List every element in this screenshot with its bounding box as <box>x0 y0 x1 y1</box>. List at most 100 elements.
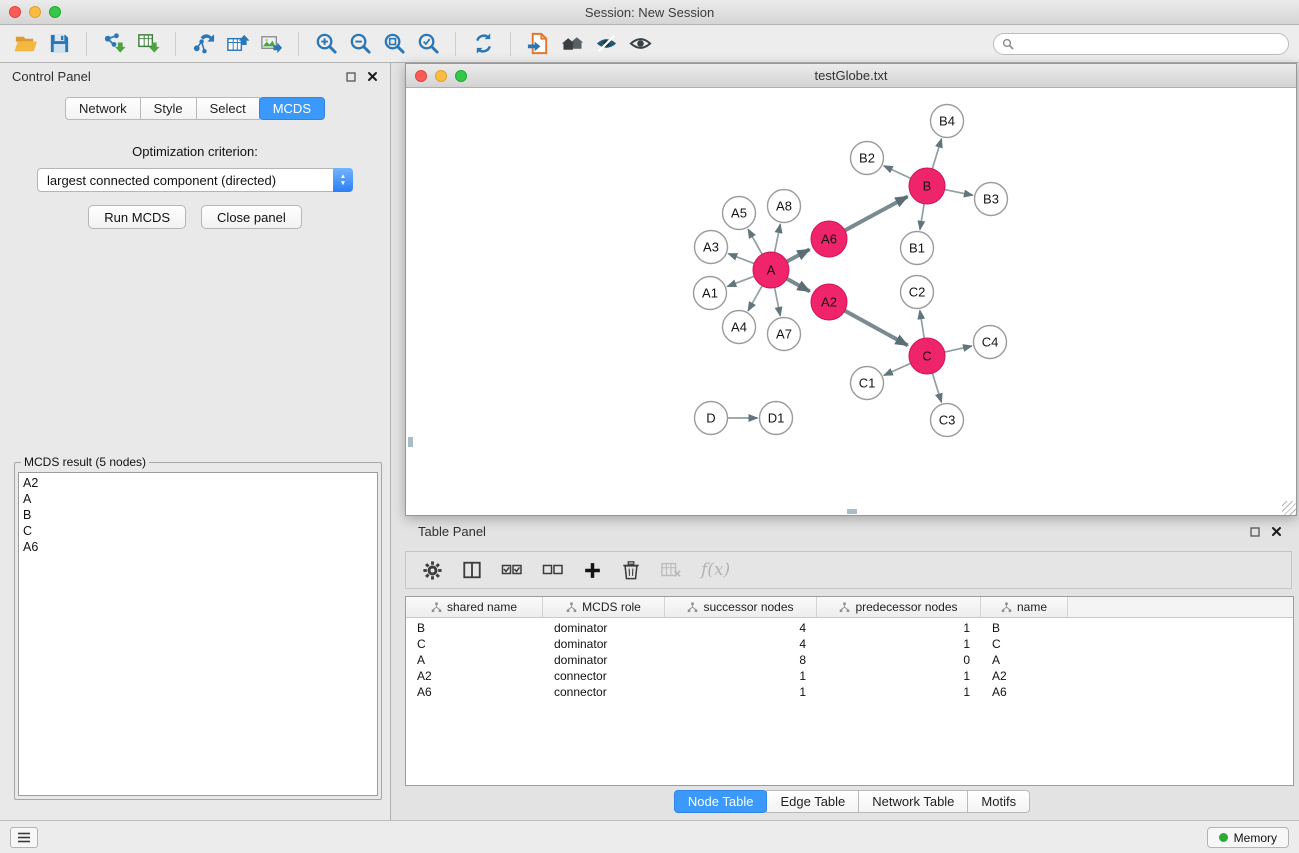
zoom-window-button[interactable] <box>49 6 61 18</box>
optimization-criterion-dropdown[interactable]: largest connected component (directed) ▲… <box>37 168 353 192</box>
mcds-result-item[interactable]: C <box>23 523 373 539</box>
table-settings-button[interactable] <box>422 556 443 584</box>
edge-C-C3[interactable] <box>932 373 941 402</box>
node-D1[interactable]: D1 <box>760 402 793 435</box>
float-panel-icon[interactable] <box>346 72 356 82</box>
edge-B-B1[interactable] <box>920 204 924 230</box>
node-A2[interactable]: A2 <box>811 284 847 320</box>
cell-shared-name[interactable]: B <box>406 621 543 635</box>
edge-A-A1[interactable] <box>727 276 754 286</box>
close-window-button[interactable] <box>415 70 427 82</box>
table-row[interactable]: Adominator80A <box>406 652 1293 668</box>
cell-successor-nodes[interactable]: 1 <box>665 685 817 699</box>
node-A[interactable]: A <box>753 252 789 288</box>
column-header-shared-name[interactable]: shared name <box>406 597 543 617</box>
cell-predecessor-nodes[interactable]: 1 <box>817 685 981 699</box>
close-panel-icon[interactable] <box>367 71 378 82</box>
import-network-button[interactable] <box>97 29 131 59</box>
node-C2[interactable]: C2 <box>901 276 934 309</box>
cell-successor-nodes[interactable]: 4 <box>665 621 817 635</box>
node-C[interactable]: C <box>909 338 945 374</box>
zoom-out-button[interactable] <box>343 29 377 59</box>
delete-columns-button[interactable] <box>621 556 641 584</box>
first-neighbors-button[interactable] <box>555 29 589 59</box>
column-header-successor-nodes[interactable]: successor nodes <box>665 597 817 617</box>
network-canvas[interactable]: B4B2BB3A5A8A6B1A3AC2A1A2A4A7C4CC1C3DD1 <box>406 88 1296 515</box>
tab-motifs[interactable]: Motifs <box>967 790 1030 813</box>
delete-table-button[interactable] <box>660 556 682 584</box>
cell-MCDS-role[interactable]: dominator <box>543 637 665 651</box>
zoom-fit-button[interactable] <box>377 29 411 59</box>
edge-A-A7[interactable] <box>775 288 781 316</box>
node-A3[interactable]: A3 <box>695 231 728 264</box>
edge-A-A8[interactable] <box>775 224 781 252</box>
cell-name[interactable]: A <box>981 653 1068 667</box>
tab-node-table[interactable]: Node Table <box>674 790 768 813</box>
table-row[interactable]: Cdominator41C <box>406 636 1293 652</box>
cell-predecessor-nodes[interactable]: 1 <box>817 669 981 683</box>
cell-MCDS-role[interactable]: connector <box>543 685 665 699</box>
edge-A6-B[interactable] <box>845 196 908 230</box>
close-panel-button[interactable]: Close panel <box>201 205 302 229</box>
memory-button[interactable]: Memory <box>1207 827 1289 848</box>
close-panel-icon[interactable] <box>1271 526 1282 537</box>
search-input[interactable] <box>993 33 1289 55</box>
tab-network-table[interactable]: Network Table <box>858 790 968 813</box>
tab-edge-table[interactable]: Edge Table <box>766 790 859 813</box>
edge-A-A4[interactable] <box>748 286 762 311</box>
mcds-result-item[interactable]: B <box>23 507 373 523</box>
cell-predecessor-nodes[interactable]: 0 <box>817 653 981 667</box>
cell-name[interactable]: C <box>981 637 1068 651</box>
float-panel-icon[interactable] <box>1250 527 1260 537</box>
node-A4[interactable]: A4 <box>723 311 756 344</box>
hide-selected-button[interactable] <box>589 29 623 59</box>
edge-A-A3[interactable] <box>728 254 754 264</box>
cell-name[interactable]: B <box>981 621 1068 635</box>
import-table-button[interactable] <box>131 29 165 59</box>
toggle-columns-button[interactable] <box>462 556 482 584</box>
cell-MCDS-role[interactable]: connector <box>543 669 665 683</box>
node-A8[interactable]: A8 <box>768 190 801 223</box>
table-row[interactable]: A6connector11A6 <box>406 684 1293 700</box>
column-header-name[interactable]: name <box>981 597 1068 617</box>
tab-style[interactable]: Style <box>140 97 197 120</box>
edge-B-B3[interactable] <box>945 190 973 196</box>
cell-predecessor-nodes[interactable]: 1 <box>817 621 981 635</box>
edge-C-C1[interactable] <box>884 363 911 375</box>
tab-network[interactable]: Network <box>65 97 141 120</box>
mcds-result-item[interactable]: A <box>23 491 373 507</box>
edge-A-A6[interactable] <box>787 249 810 261</box>
close-window-button[interactable] <box>9 6 21 18</box>
mcds-result-item[interactable]: A2 <box>23 475 373 491</box>
cell-predecessor-nodes[interactable]: 1 <box>817 637 981 651</box>
mcds-result-list[interactable]: A2ABCA6 <box>18 472 378 796</box>
zoom-window-button[interactable] <box>455 70 467 82</box>
cell-name[interactable]: A2 <box>981 669 1068 683</box>
node-D[interactable]: D <box>695 402 728 435</box>
edge-B-B2[interactable] <box>884 166 911 179</box>
node-A5[interactable]: A5 <box>723 197 756 230</box>
mcds-result-item[interactable]: A6 <box>23 539 373 555</box>
zoom-in-button[interactable] <box>309 29 343 59</box>
edge-A2-C[interactable] <box>845 311 908 346</box>
network-from-file-button[interactable] <box>521 29 555 59</box>
minimize-window-button[interactable] <box>435 70 447 82</box>
window-resize-grip[interactable] <box>1282 501 1296 515</box>
table-row[interactable]: Bdominator41B <box>406 620 1293 636</box>
node-B4[interactable]: B4 <box>931 105 964 138</box>
node-B3[interactable]: B3 <box>975 183 1008 216</box>
apply-layout-button[interactable] <box>466 29 500 59</box>
node-B2[interactable]: B2 <box>851 142 884 175</box>
cell-shared-name[interactable]: A6 <box>406 685 543 699</box>
show-all-button[interactable] <box>623 29 657 59</box>
panel-menu-button[interactable] <box>10 827 38 848</box>
minimize-window-button[interactable] <box>29 6 41 18</box>
save-session-button[interactable] <box>42 29 76 59</box>
deselect-all-button[interactable] <box>542 556 564 584</box>
node-A6[interactable]: A6 <box>811 221 847 257</box>
export-network-button[interactable] <box>186 29 220 59</box>
edge-B-B4[interactable] <box>932 139 941 169</box>
function-builder-button[interactable]: f(x) <box>701 556 730 584</box>
table-row[interactable]: A2connector11A2 <box>406 668 1293 684</box>
cell-successor-nodes[interactable]: 8 <box>665 653 817 667</box>
